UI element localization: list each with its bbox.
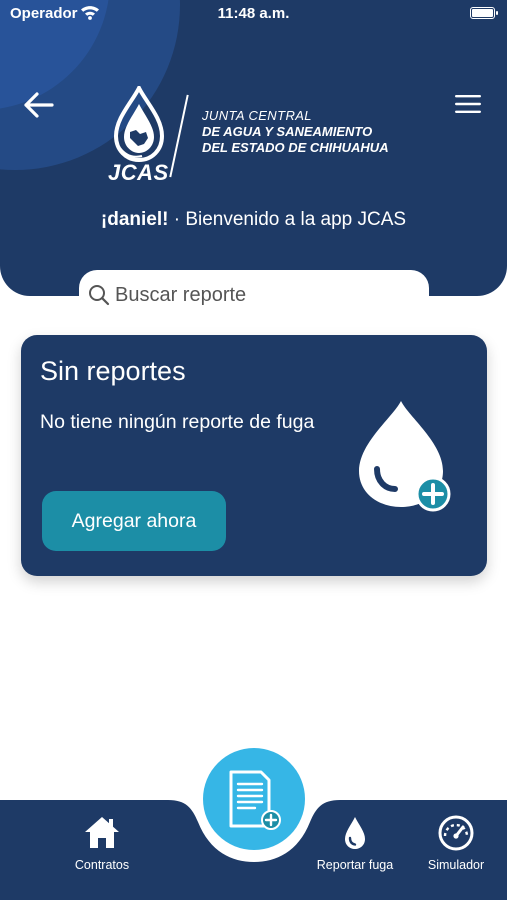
- welcome-text: · Bienvenido a la app JCAS: [168, 209, 407, 230]
- water-drop-icon: [345, 817, 365, 849]
- back-arrow-icon: [24, 92, 54, 118]
- menu-button[interactable]: [453, 92, 483, 116]
- back-button[interactable]: [22, 88, 56, 122]
- nav-label-reportar-fuga: Reportar fuga: [316, 858, 394, 872]
- card-message: No tiene ningún reporte de fuga: [40, 411, 315, 433]
- water-drop-add-icon: [359, 401, 451, 512]
- nav-item-contratos[interactable]: Contratos: [56, 812, 148, 872]
- logo-line-3: DEL ESTADO DE CHIHUAHUA: [202, 140, 389, 155]
- logo-abbr: JCAS: [108, 160, 169, 185]
- document-add-icon: [229, 770, 281, 830]
- nav-label-simulador: Simulador: [427, 858, 485, 872]
- logo-line-1: JUNTA CENTRAL: [202, 108, 312, 123]
- search-icon: [89, 285, 110, 306]
- add-now-button[interactable]: Agregar ahora: [42, 491, 226, 551]
- logo-text: JUNTA CENTRAL DE AGUA Y SANEAMIENTO DEL …: [202, 108, 389, 156]
- nav-item-reportar-fuga[interactable]: Reportar fuga: [303, 812, 407, 872]
- status-time: 11:48 a.m.: [217, 5, 290, 22]
- add-report-fab[interactable]: [203, 748, 305, 850]
- search-input[interactable]: [115, 281, 415, 309]
- header: Operador 11:48 a.m. JCAS JUNTA CENTRAL D…: [0, 0, 507, 296]
- status-bar: Operador 11:48 a.m.: [0, 0, 507, 28]
- no-reports-card: Sin reportes No tiene ningún reporte de …: [21, 335, 487, 576]
- welcome-message: ¡daniel! · Bienvenido a la app JCAS: [0, 209, 507, 231]
- search-bar[interactable]: [79, 270, 429, 320]
- battery-icon: [470, 7, 498, 19]
- logo-line-2: DE AGUA Y SANEAMIENTO: [202, 124, 373, 139]
- home-icon: [85, 817, 119, 848]
- speedometer-icon: [438, 815, 474, 851]
- nav-item-simulador[interactable]: Simulador: [414, 812, 498, 872]
- card-title: Sin reportes: [40, 356, 186, 386]
- nav-label-contratos: Contratos: [74, 858, 130, 872]
- jcas-logo: JCAS JUNTA CENTRAL DE AGUA Y SANEAMIENTO…: [106, 86, 406, 186]
- hamburger-menu-icon: [455, 95, 481, 113]
- welcome-name: ¡daniel!: [100, 209, 169, 230]
